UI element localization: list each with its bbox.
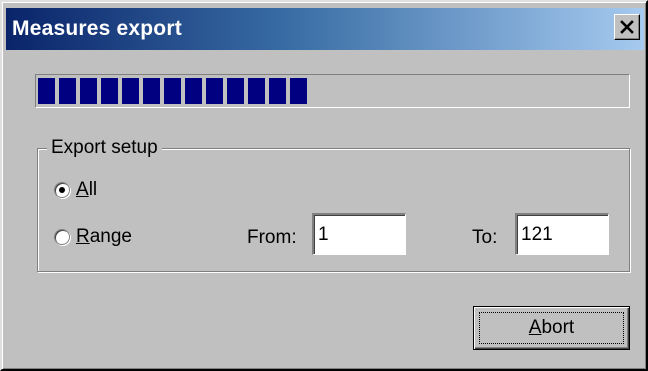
- radio-all[interactable]: All: [54, 179, 97, 201]
- progress-segment: [143, 78, 160, 104]
- from-label: From:: [247, 227, 297, 248]
- progress-segment: [122, 78, 139, 104]
- progress-segment: [248, 78, 265, 104]
- abort-button-label: Abort: [479, 312, 624, 344]
- progress-segment: [164, 78, 181, 104]
- title-bar[interactable]: Measures export: [6, 8, 644, 50]
- radio-range-indicator[interactable]: [54, 229, 70, 245]
- export-setup-label: Export setup: [47, 137, 162, 159]
- progress-segment: [269, 78, 286, 104]
- to-label: To:: [472, 227, 498, 248]
- radio-range-label: Range: [76, 226, 133, 247]
- dialog-title: Measures export: [12, 17, 182, 40]
- radio-all-indicator[interactable]: [54, 182, 70, 198]
- progress-segment: [38, 78, 55, 104]
- radio-all-label: All: [76, 179, 98, 200]
- progress-track: [38, 78, 627, 104]
- progress-segment: [101, 78, 118, 104]
- close-button[interactable]: [614, 14, 640, 40]
- progress-segment: [227, 78, 244, 104]
- from-input[interactable]: [312, 213, 406, 255]
- close-icon: [620, 20, 634, 34]
- export-setup-group: Export setup All Range From: To:: [37, 137, 630, 272]
- progress-segment: [59, 78, 76, 104]
- to-input[interactable]: [515, 213, 609, 255]
- abort-button[interactable]: Abort: [473, 306, 630, 350]
- progress-segment: [290, 78, 307, 104]
- measures-export-dialog: Measures export Export setup All Range F…: [0, 0, 648, 371]
- progress-segment: [80, 78, 97, 104]
- progress-segment: [185, 78, 202, 104]
- export-progress-bar: [35, 74, 630, 108]
- progress-segment: [206, 78, 223, 104]
- radio-range[interactable]: Range: [54, 226, 132, 248]
